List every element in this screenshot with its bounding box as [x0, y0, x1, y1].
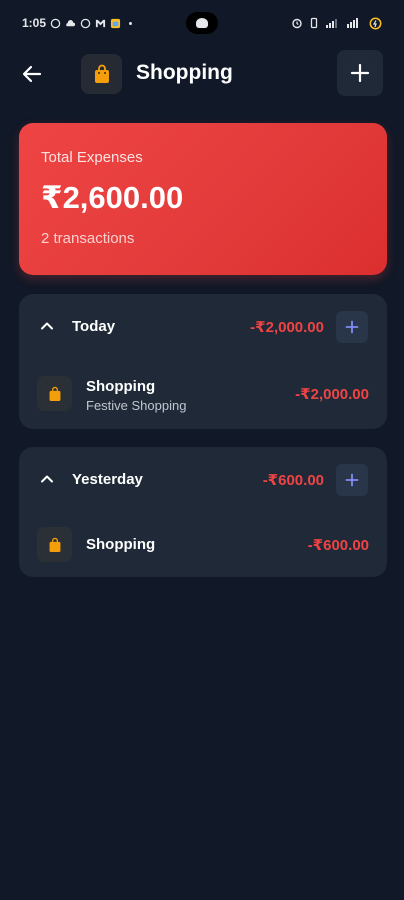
- plus-icon: [345, 320, 359, 334]
- page-title: Shopping: [136, 61, 233, 84]
- status-bar: 1:05: [0, 0, 404, 46]
- dot-icon: [129, 21, 132, 25]
- camera-icon: [196, 18, 208, 28]
- transaction-row[interactable]: Shopping -₹600.00: [19, 519, 387, 575]
- transaction-amount: -₹600.00: [307, 537, 369, 554]
- total-amount: ₹2,600.00: [41, 180, 184, 215]
- group-total: -₹600.00: [262, 472, 324, 489]
- gmail-icon: [95, 19, 106, 27]
- category-icon-box: [81, 54, 122, 94]
- transaction-name: Shopping: [86, 536, 156, 553]
- shopping-bag-icon: [94, 64, 109, 83]
- shopping-bag-icon: [49, 537, 60, 552]
- cloud-icon: [66, 19, 76, 26]
- vibrate-icon: [310, 17, 318, 29]
- battery-icon: [369, 17, 382, 29]
- group-today: Today -₹2,000.00 Shopping Festive Shoppi…: [19, 294, 387, 429]
- chevron-up-icon: [41, 475, 53, 483]
- transaction-name: Shopping: [86, 378, 156, 395]
- status-time: 1:05: [22, 16, 47, 30]
- collapse-button[interactable]: [37, 316, 57, 336]
- status-right: [291, 17, 382, 30]
- status-left: 1:05: [22, 16, 136, 30]
- transaction-amount: -₹2,000.00: [295, 386, 369, 403]
- plus-icon: [350, 63, 370, 83]
- app-header: Shopping: [0, 50, 404, 98]
- collapse-button[interactable]: [37, 469, 57, 489]
- transaction-row[interactable]: Shopping Festive Shopping -₹2,000.00: [19, 366, 387, 422]
- group-title: Today: [72, 318, 116, 335]
- chevron-up-icon: [41, 322, 53, 330]
- wifi-icon: [347, 18, 358, 28]
- app-icon: [110, 18, 121, 28]
- shopping-bag-icon: [49, 386, 60, 401]
- total-label: Total Expenses: [41, 149, 143, 166]
- whatsapp-icon: [80, 18, 91, 28]
- group-add-button[interactable]: [336, 311, 368, 343]
- transaction-count: 2 transactions: [41, 230, 135, 247]
- group-add-button[interactable]: [336, 464, 368, 496]
- add-button[interactable]: [337, 50, 383, 96]
- alarm-icon: [292, 18, 302, 29]
- back-button[interactable]: [16, 58, 48, 90]
- plus-icon: [345, 473, 359, 487]
- total-expenses-card: Total Expenses ₹2,600.00 2 transactions: [19, 123, 387, 275]
- group-yesterday: Yesterday -₹600.00 Shopping -₹600.00: [19, 447, 387, 577]
- signal-icon: [326, 19, 337, 28]
- transaction-icon-box: [37, 527, 72, 562]
- transaction-note: Festive Shopping: [86, 398, 187, 413]
- group-header: Today -₹2,000.00: [19, 294, 387, 358]
- group-title: Yesterday: [72, 471, 143, 488]
- transaction-icon-box: [37, 376, 72, 411]
- group-header: Yesterday -₹600.00: [19, 447, 387, 511]
- whatsapp-icon: [50, 18, 61, 28]
- camera-cutout: [186, 12, 218, 34]
- arrow-left-icon: [22, 65, 42, 83]
- group-total: -₹2,000.00: [250, 319, 324, 336]
